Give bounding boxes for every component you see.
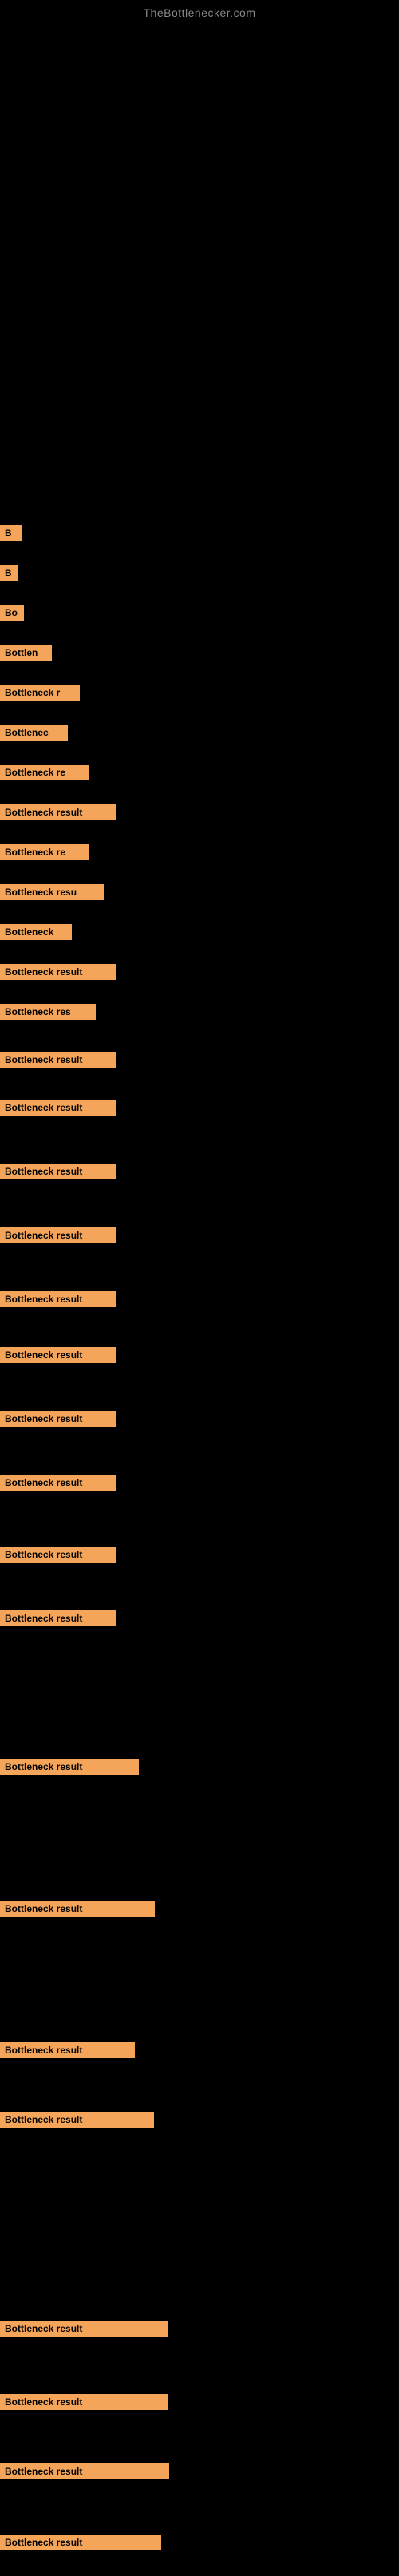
bottleneck-result-label: Bottleneck result [0,964,116,980]
bottleneck-result-label: Bottleneck result [0,1411,116,1427]
bottleneck-result-label: Bottleneck result [0,1347,116,1363]
bottleneck-result-label: Bottleneck result [0,1610,116,1626]
bottleneck-result-label: Bottleneck result [0,1475,116,1491]
bottleneck-result-label: Bottlenec [0,725,68,741]
bottleneck-result-label: Bottleneck result [0,2394,168,2410]
bottleneck-result-label: Bottleneck result [0,1164,116,1179]
bottleneck-result-label: Bottleneck re [0,765,89,780]
bottleneck-result-label: Bottleneck result [0,1759,139,1775]
bottleneck-result-label: Bottleneck result [0,2463,169,2479]
bottleneck-result-label: Bottleneck result [0,1291,116,1307]
bottleneck-result-label: B [0,525,22,541]
bottleneck-result-label: Bottleneck result [0,2112,154,2128]
bottleneck-result-label: Bo [0,605,24,621]
bottleneck-result-label: Bottleneck result [0,2042,135,2058]
bottleneck-result-label: Bottleneck r [0,685,80,701]
bottleneck-result-label: Bottleneck resu [0,884,104,900]
bottleneck-result-label: B [0,565,18,581]
bottleneck-result-label: Bottleneck result [0,1100,116,1116]
bottleneck-result-label: Bottleneck result [0,2321,168,2337]
bottleneck-result-label: Bottleneck result [0,2535,161,2550]
bottleneck-result-label: Bottleneck result [0,1901,155,1917]
bottleneck-result-label: Bottlen [0,645,52,661]
bottleneck-result-label: Bottleneck res [0,1004,96,1020]
bottleneck-result-label: Bottleneck result [0,804,116,820]
bottleneck-result-label: Bottleneck result [0,1547,116,1563]
bottleneck-result-label: Bottleneck [0,924,72,940]
bottleneck-result-label: Bottleneck result [0,1052,116,1068]
site-title: TheBottlenecker.com [0,0,399,22]
bottleneck-result-label: Bottleneck re [0,844,89,860]
bottleneck-result-label: Bottleneck result [0,1227,116,1243]
